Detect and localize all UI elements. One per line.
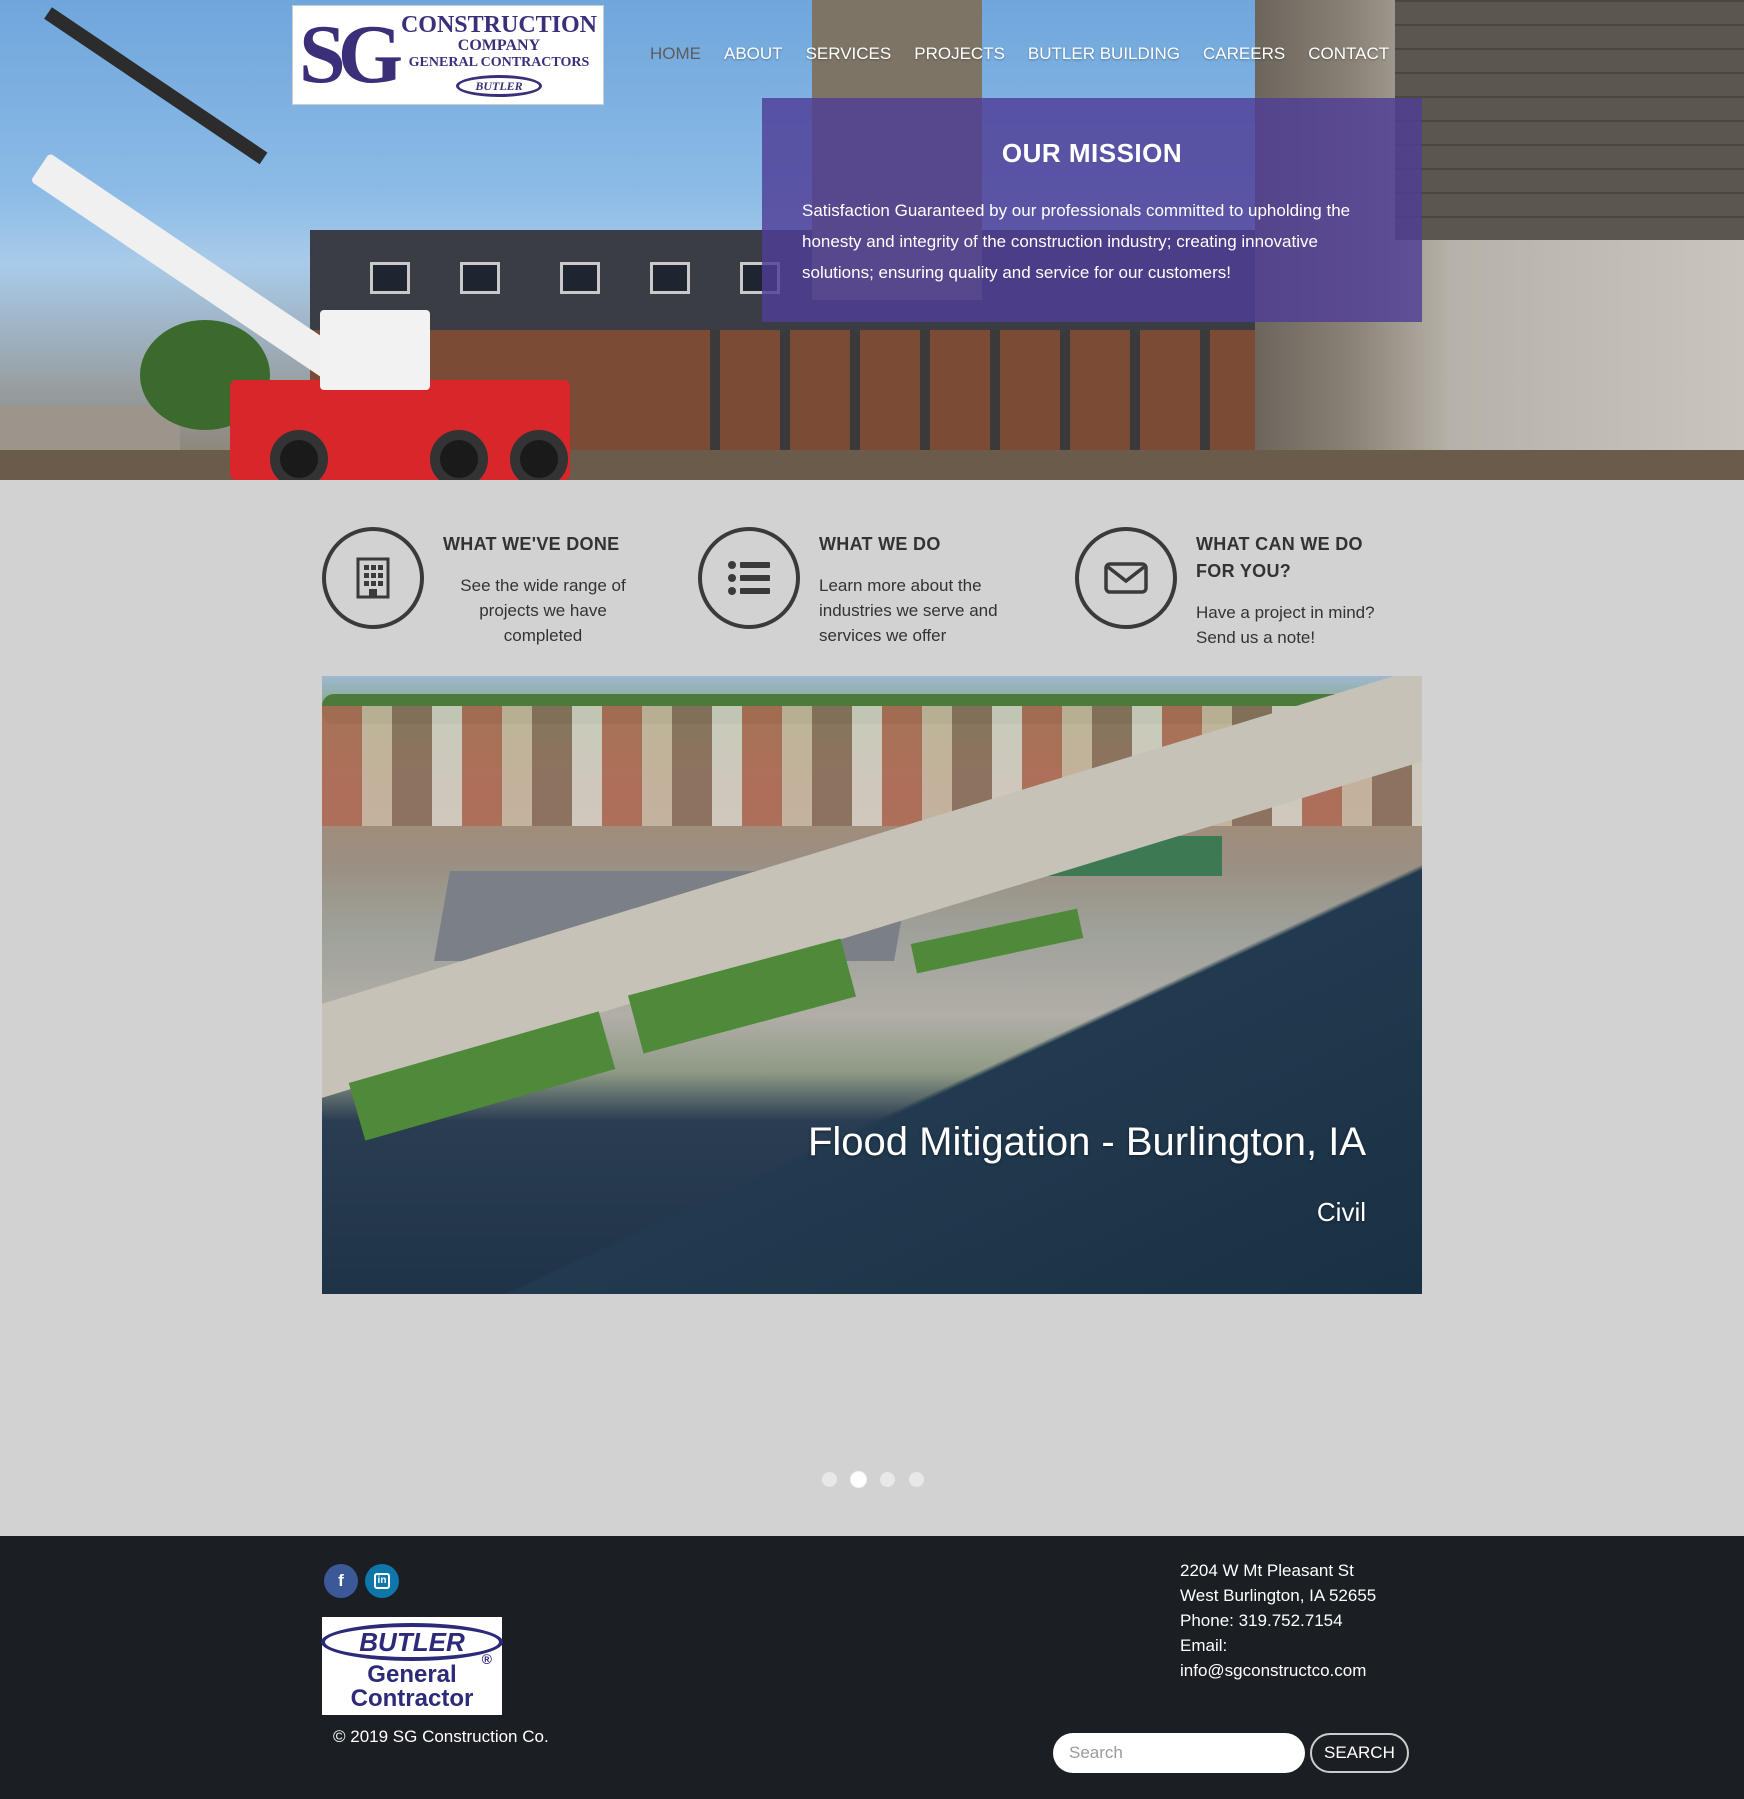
nav-projects[interactable]: PROJECTS (914, 44, 1005, 64)
slider-dot-active[interactable] (851, 1472, 866, 1487)
logo-mark: SG (299, 8, 403, 101)
nav-contact[interactable]: CONTACT (1308, 44, 1389, 64)
slide-category: Civil (1316, 1197, 1366, 1227)
feature-icon-circle[interactable] (698, 527, 800, 629)
mission-panel: OUR MISSION Satisfaction Guaranteed by o… (762, 98, 1422, 322)
crane-wheel (510, 430, 568, 480)
nav-about[interactable]: ABOUT (724, 44, 783, 64)
project-slider[interactable]: Flood Mitigation - Burlington, IA Civil (322, 676, 1422, 1294)
slide-title: Flood Mitigation - Burlington, IA (807, 1120, 1366, 1164)
logo-line-2: COMPANY (457, 37, 541, 54)
crane-wheel (270, 430, 328, 480)
copyright: © 2019 SG Construction Co. (333, 1727, 549, 1746)
logo-line-4: BUTLER (456, 75, 542, 97)
company-logo[interactable]: SG CONSTRUCTION COMPANY GENERAL CONTRACT… (292, 5, 604, 105)
feature-text: Learn more about the industries we serve… (819, 576, 998, 645)
logo-line-1: CONSTRUCTION (400, 12, 597, 38)
social-links: f in (324, 1564, 406, 1598)
slider-dot[interactable] (880, 1472, 895, 1487)
address-line-1: 2204 W Mt Pleasant St (1180, 1561, 1354, 1580)
slider-dots (822, 1472, 938, 1487)
hero-block-wall (1395, 0, 1744, 240)
butler-badge-line-3: Contractor (350, 1685, 474, 1712)
feature-title: WHAT WE DO (819, 534, 941, 554)
address-line-2: West Burlington, IA 52655 (1180, 1586, 1377, 1605)
feature-title: WHAT WE'VE DONE (443, 534, 620, 554)
butler-badge-name: BUTLER (321, 1623, 503, 1661)
nav-home[interactable]: HOME (650, 44, 701, 64)
facebook-icon[interactable]: f (324, 1564, 358, 1598)
feature-icon-circle[interactable] (1075, 527, 1177, 629)
search-button[interactable]: SEARCH (1310, 1733, 1409, 1773)
butler-badge: BUTLER ® General Contractor (321, 1617, 503, 1715)
facebook-glyph: f (338, 1571, 344, 1590)
footer: f in BUTLER ® General Contractor © 2019 … (0, 1536, 1744, 1799)
feature-icon-circle[interactable] (322, 527, 424, 629)
search-input[interactable] (1053, 1733, 1305, 1773)
crane-wheel (430, 430, 488, 480)
linkedin-glyph: in (374, 1573, 390, 1589)
list-icon (728, 561, 770, 595)
envelope-icon (1104, 562, 1148, 594)
main-nav: HOME ABOUT SERVICES PROJECTS BUTLER BUIL… (650, 44, 1412, 64)
logo-text: CONSTRUCTION COMPANY GENERAL CONTRACTORS… (401, 13, 597, 97)
email-link[interactable]: info@sgconstructco.com (1180, 1658, 1376, 1683)
nav-careers[interactable]: CAREERS (1203, 44, 1285, 64)
feature-projects[interactable]: WHAT WE'VE DONE See the wide range of pr… (322, 525, 652, 655)
feature-text: See the wide range of projects we have c… (460, 576, 626, 645)
butler-badge-line-2: General (367, 1661, 457, 1688)
nav-butler-building[interactable]: BUTLER BUILDING (1028, 44, 1180, 64)
feature-text: Have a project in mind? Send us a note! (1196, 603, 1375, 647)
mission-title: OUR MISSION (1001, 138, 1183, 168)
email-label: Email: (1180, 1636, 1228, 1655)
feature-services[interactable]: WHAT WE DO Learn more about the industri… (698, 525, 1028, 655)
slider-dot[interactable] (822, 1472, 837, 1487)
slide-river (322, 676, 1422, 1294)
feature-title: WHAT CAN WE DO FOR YOU? (1196, 534, 1363, 581)
slider-dot[interactable] (909, 1472, 924, 1487)
search-form: SEARCH (1053, 1733, 1409, 1773)
features-row: WHAT WE'VE DONE See the wide range of pr… (322, 525, 1422, 655)
contact-address: 2204 W Mt Pleasant St West Burlington, I… (1180, 1558, 1376, 1683)
logo-line-3: GENERAL CONTRACTORS (408, 55, 590, 70)
mission-text: Satisfaction Guaranteed by our professio… (802, 201, 1351, 282)
nav-services[interactable]: SERVICES (806, 44, 892, 64)
feature-contact[interactable]: WHAT CAN WE DO FOR YOU? Have a project i… (1075, 525, 1405, 655)
crane-cab (320, 310, 430, 390)
crane-jib (44, 7, 268, 165)
phone[interactable]: Phone: 319.752.7154 (1180, 1608, 1376, 1633)
building-icon (356, 557, 390, 599)
butler-badge-reg: ® (481, 1651, 492, 1667)
linkedin-icon[interactable]: in (365, 1564, 399, 1598)
